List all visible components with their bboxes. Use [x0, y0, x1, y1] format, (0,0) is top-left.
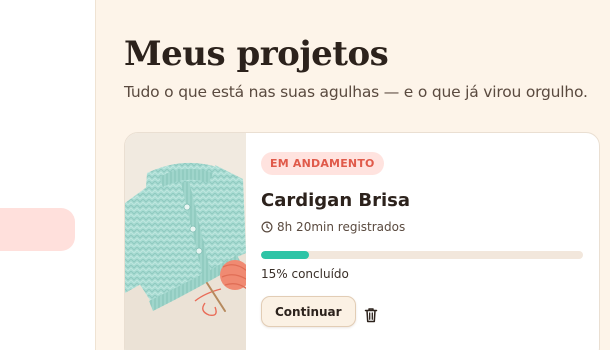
project-name: Cardigan Brisa — [261, 190, 411, 211]
project-card[interactable]: EM ANDAMENTO Cardigan Brisa 8h 20min reg… — [124, 132, 600, 350]
status-badge: EM ANDAMENTO — [261, 152, 384, 175]
time-logged-text: 8h 20min registrados — [277, 220, 406, 234]
progress-label: 15% concluído — [261, 267, 349, 281]
progress-fill — [261, 251, 310, 259]
continue-button[interactable]: Continuar — [261, 296, 356, 327]
delete-button[interactable] — [359, 303, 383, 327]
page-title: Meus projetos — [124, 34, 389, 74]
progress-bar — [261, 251, 583, 259]
sidebar-active-item[interactable] — [0, 208, 75, 251]
project-image — [125, 133, 246, 350]
project-card-body: EM ANDAMENTO Cardigan Brisa 8h 20min reg… — [261, 133, 583, 350]
clock-icon — [261, 221, 273, 233]
main-content: Meus projetos Tudo o que está nas suas a… — [97, 0, 610, 350]
page-subtitle: Tudo o que está nas suas agulhas — e o q… — [124, 83, 588, 101]
cardigan-photo-icon — [125, 133, 246, 350]
time-logged: 8h 20min registrados — [261, 220, 405, 234]
sidebar — [0, 0, 96, 350]
trash-icon — [364, 308, 378, 323]
